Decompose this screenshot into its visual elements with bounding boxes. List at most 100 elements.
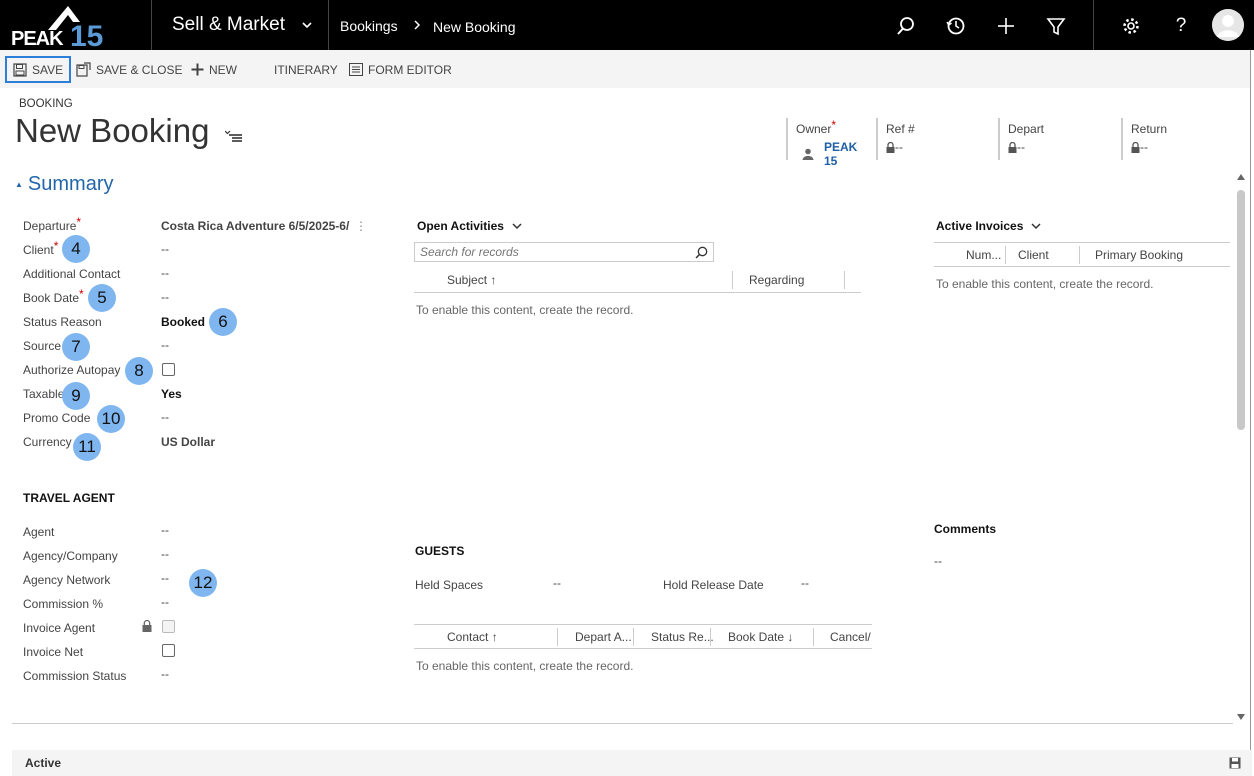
additional-contact-field[interactable]: -- <box>161 266 169 280</box>
activities-search-box[interactable] <box>414 242 714 262</box>
column-divider <box>1005 246 1006 264</box>
hold-release-date-field[interactable]: -- <box>801 576 809 590</box>
column-header-primary-booking[interactable]: Primary Booking <box>1095 248 1183 262</box>
form-editor-button[interactable]: FORM EDITOR <box>349 56 452 83</box>
quick-create-plus-icon[interactable] <box>996 16 1016 36</box>
record-status: Active <box>25 756 62 770</box>
chevron-down-icon[interactable] <box>300 18 314 35</box>
peak15-logo[interactable]: PEAK 15 <box>8 2 133 53</box>
top-navigation-bar: PEAK 15 Sell & Market Bookings New Booki… <box>0 0 1254 53</box>
status-reason-field[interactable]: Booked <box>161 315 205 329</box>
column-header-book-date[interactable]: Book Date ↓ <box>728 630 793 644</box>
agent-field[interactable]: -- <box>161 523 169 537</box>
page-title: New Booking <box>15 112 210 149</box>
command-bar: SAVE SAVE & CLOSE NEW ITINERARY FORM EDI… <box>0 50 1254 88</box>
scrollbar-thumb[interactable] <box>1237 190 1245 430</box>
guests-section-title: GUESTS <box>415 544 465 558</box>
activities-empty-message: To enable this content, create the recor… <box>416 303 634 317</box>
source-field[interactable]: -- <box>161 338 169 352</box>
book-date-label: Book Date* <box>23 287 84 305</box>
ref-label: Ref # <box>886 122 915 136</box>
departure-lookup-link[interactable]: Costa Rica Adventure 6/5/2025-6/ <box>161 219 357 233</box>
save-button[interactable]: SAVE <box>5 56 71 83</box>
recent-history-icon[interactable] <box>946 16 966 36</box>
page-edge-scroll-track <box>1250 50 1254 776</box>
search-icon[interactable] <box>695 246 708 259</box>
departure-label: Departure* <box>23 215 82 233</box>
active-invoices-title[interactable]: Active Invoices <box>936 219 1042 233</box>
column-divider <box>844 271 845 289</box>
held-spaces-label: Held Spaces <box>415 578 484 592</box>
scroll-up-arrow-icon[interactable] <box>1234 172 1248 182</box>
promo-code-label: Promo Code <box>23 411 91 425</box>
itinerary-button[interactable]: ITINERARY <box>274 56 338 83</box>
currency-label: Currency <box>23 435 72 449</box>
required-asterisk: * <box>53 239 59 253</box>
callout-badge: 5 <box>88 284 116 312</box>
save-and-close-button[interactable]: SAVE & CLOSE <box>76 56 182 83</box>
summary-title: Summary <box>27 173 114 195</box>
column-header-subject[interactable]: Subject ↑ <box>447 273 496 287</box>
form-selector-menu-icon[interactable] <box>224 130 243 145</box>
user-avatar[interactable] <box>1212 9 1244 41</box>
agency-network-field[interactable]: -- <box>161 571 169 585</box>
form-scrollbar[interactable] <box>1234 172 1248 722</box>
required-asterisk: * <box>76 215 82 229</box>
lock-icon <box>1131 141 1140 153</box>
client-field[interactable]: -- <box>161 242 169 256</box>
new-button[interactable]: NEW <box>191 56 237 83</box>
invoices-grid-header: Num... Client Primary Booking <box>934 242 1230 267</box>
depart-label: Depart <box>1008 122 1045 136</box>
hold-release-date-label: Hold Release Date <box>663 578 764 592</box>
column-divider <box>557 628 558 646</box>
column-header-contact[interactable]: Contact ↑ <box>447 630 498 644</box>
callout-badge: 6 <box>209 308 237 336</box>
user-icon <box>802 148 814 160</box>
collapse-triangle-icon: ▲ <box>15 180 23 189</box>
column-header-cancel[interactable]: Cancel/ <box>830 630 871 644</box>
column-header-depart[interactable]: Depart A... <box>575 630 632 644</box>
commission-percent-field[interactable]: -- <box>161 595 169 609</box>
column-header-number[interactable]: Num... <box>966 248 1001 262</box>
authorize-autopay-checkbox[interactable] <box>162 363 175 376</box>
search-icon[interactable] <box>896 16 916 36</box>
lock-icon <box>1008 141 1017 153</box>
gear-icon[interactable] <box>1121 16 1141 36</box>
area-switcher[interactable]: Sell & Market <box>172 14 285 36</box>
agency-company-field[interactable]: -- <box>161 547 169 561</box>
field-overflow-dots-icon: ⋮ <box>355 219 367 233</box>
owner-label: Owner <box>796 122 832 136</box>
comments-field[interactable]: -- <box>934 554 942 568</box>
callout-badge: 12 <box>189 569 217 597</box>
taxable-field[interactable]: Yes <box>161 387 182 401</box>
svg-text:15: 15 <box>70 20 103 48</box>
promo-code-field[interactable]: -- <box>161 410 169 424</box>
column-divider <box>710 628 711 646</box>
column-header-regarding[interactable]: Regarding <box>749 273 804 287</box>
currency-lookup-link[interactable]: US Dollar <box>161 435 215 449</box>
column-header-status-reason[interactable]: Status Re... <box>651 630 714 644</box>
column-header-client[interactable]: Client <box>1018 248 1049 262</box>
new-label: NEW <box>209 62 237 77</box>
help-question-icon[interactable]: ? <box>1171 16 1191 36</box>
scroll-down-arrow-icon[interactable] <box>1234 712 1248 722</box>
book-date-field[interactable]: -- <box>161 290 169 304</box>
callout-badge: 9 <box>62 382 90 410</box>
invoice-net-checkbox[interactable] <box>162 644 175 657</box>
commission-status-field[interactable]: -- <box>161 667 169 681</box>
column-divider <box>1079 246 1080 264</box>
held-spaces-field[interactable]: -- <box>553 576 561 590</box>
floppy-disk-icon <box>13 62 27 77</box>
additional-contact-label: Additional Contact <box>23 267 121 281</box>
activities-grid-header: Subject ↑ Regarding <box>414 268 861 293</box>
breadcrumb-current-record: New Booking <box>433 19 516 35</box>
activities-search-input[interactable] <box>415 245 685 259</box>
owner-value-link[interactable]: PEAK 15 <box>824 140 874 168</box>
summary-section-header[interactable]: ▲ Summary <box>15 173 114 196</box>
breadcrumb-bookings[interactable]: Bookings <box>340 18 398 34</box>
footer-save-icon[interactable] <box>1229 757 1241 769</box>
column-divider <box>813 628 814 646</box>
status-reason-label: Status Reason <box>23 315 102 329</box>
advanced-find-filter-icon[interactable] <box>1046 16 1066 36</box>
open-activities-title[interactable]: Open Activities <box>417 219 523 233</box>
